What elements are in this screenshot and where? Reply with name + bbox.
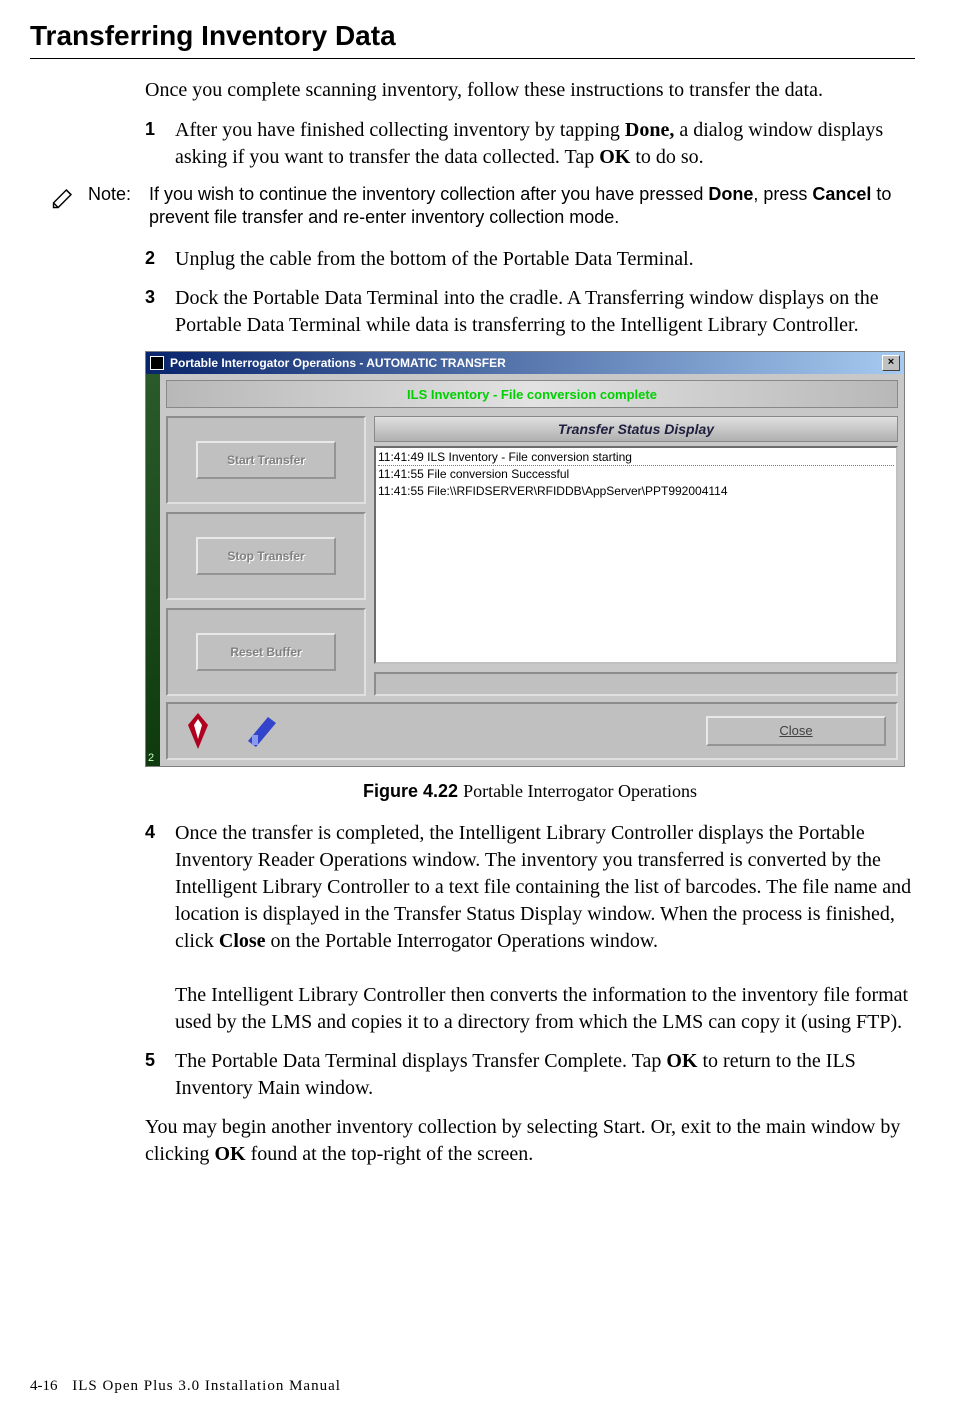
step-body: Dock the Portable Data Terminal into the… — [175, 285, 915, 339]
step-body: The Portable Data Terminal displays Tran… — [175, 1048, 915, 1102]
strong-ok: OK — [599, 146, 630, 168]
step-body: Unplug the cable from the bottom of the … — [175, 246, 915, 273]
figure-title: Portable Interrogator Operations — [463, 781, 697, 801]
closing-paragraph: You may begin another inventory collecti… — [145, 1114, 915, 1168]
log-line[interactable]: 11:41:55 File conversion Successful — [378, 466, 894, 483]
side-strip: 2 — [146, 374, 160, 766]
transfer-status-title: Transfer Status Display — [374, 416, 898, 442]
figure-number: Figure 4.22 — [363, 781, 463, 801]
strong-done: Done — [708, 184, 753, 204]
step-5: 5 The Portable Data Terminal displays Tr… — [145, 1048, 915, 1102]
text-fragment: found at the top-right of the screen. — [246, 1143, 534, 1165]
button-panel: Reset Buffer — [166, 608, 366, 696]
app-icon — [150, 356, 164, 370]
transfer-status-list[interactable]: 11:41:49 ILS Inventory - File conversion… — [374, 446, 898, 664]
page-footer: 4-16 ILS Open Plus 3.0 Installation Manu… — [30, 1378, 341, 1395]
page-heading: Transferring Inventory Data — [30, 20, 915, 59]
stop-transfer-button[interactable]: Stop Transfer — [196, 537, 336, 575]
step-body: Once the transfer is completed, the Inte… — [175, 820, 915, 1036]
step-4: 4 Once the transfer is completed, the In… — [145, 820, 915, 1036]
step-number: 5 — [145, 1048, 163, 1102]
button-panel: Start Transfer — [166, 416, 366, 504]
title-bar: Portable Interrogator Operations - AUTOM… — [146, 352, 904, 374]
page-number: 4-16 — [30, 1378, 58, 1394]
note-label: Note: — [88, 183, 139, 206]
strong-close: Close — [219, 930, 266, 952]
strong-done: Done, — [625, 119, 674, 141]
note-text: If you wish to continue the inventory co… — [149, 183, 915, 230]
step-3: 3 Dock the Portable Data Terminal into t… — [145, 285, 915, 339]
status-strip — [374, 672, 898, 696]
app-window: Portable Interrogator Operations - AUTOM… — [145, 351, 905, 767]
text-fragment: The Intelligent Library Controller then … — [175, 984, 908, 1033]
text-fragment: , press — [753, 184, 812, 204]
pencil-icon — [50, 183, 78, 211]
strong-ok: OK — [666, 1050, 697, 1072]
step-number: 3 — [145, 285, 163, 339]
step-1: 1 After you have finished collecting inv… — [145, 117, 915, 171]
badge-icon — [178, 711, 218, 751]
strong-ok: OK — [214, 1143, 245, 1165]
step-2: 2 Unplug the cable from the bottom of th… — [145, 246, 915, 273]
close-button[interactable]: Close — [706, 716, 886, 746]
button-panel: Stop Transfer — [166, 512, 366, 600]
clip-icon — [242, 711, 282, 751]
book-title: ILS Open Plus 3.0 Installation Manual — [72, 1378, 341, 1394]
bottom-toolbar: Close — [166, 702, 898, 760]
reset-buffer-button[interactable]: Reset Buffer — [196, 633, 336, 671]
log-line[interactable]: 11:41:49 ILS Inventory - File conversion… — [378, 449, 894, 466]
window-title: Portable Interrogator Operations - AUTOM… — [170, 356, 882, 370]
text-fragment: The Portable Data Terminal displays Tran… — [175, 1050, 666, 1072]
text-fragment: to do so. — [630, 146, 703, 168]
window-close-button[interactable]: × — [882, 355, 900, 371]
strong-cancel: Cancel — [812, 184, 871, 204]
intro-text: Once you complete scanning inventory, fo… — [145, 77, 915, 103]
figure-caption: Figure 4.22 Portable Interrogator Operat… — [145, 781, 915, 802]
step-number: 2 — [145, 246, 163, 273]
start-transfer-button[interactable]: Start Transfer — [196, 441, 336, 479]
note-block: Note: If you wish to continue the invent… — [50, 183, 915, 230]
text-fragment: After you have finished collecting inven… — [175, 119, 625, 141]
step-number: 1 — [145, 117, 163, 171]
text-fragment: on the Portable Interrogator Operations … — [266, 930, 659, 952]
text-fragment: If you wish to continue the inventory co… — [149, 184, 708, 204]
side-counter: 2 — [148, 752, 154, 764]
log-line[interactable]: 11:41:55 File:\\RFIDSERVER\RFIDDB\AppSer… — [378, 483, 894, 500]
step-number: 4 — [145, 820, 163, 1036]
step-body: After you have finished collecting inven… — [175, 117, 915, 171]
status-banner: ILS Inventory - File conversion complete — [166, 380, 898, 408]
